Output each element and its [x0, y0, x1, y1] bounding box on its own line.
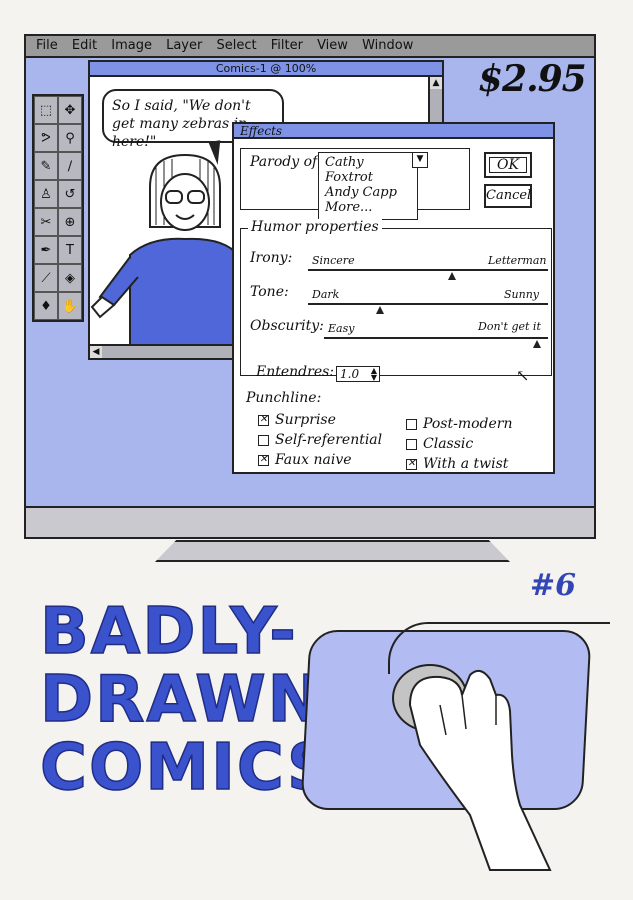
screen: File Edit Image Layer Select Filter View… — [26, 36, 594, 508]
checkbox-icon[interactable] — [406, 438, 417, 450]
pen-icon[interactable]: ✒ — [34, 236, 58, 264]
irony-max: Letterman — [488, 254, 547, 267]
checkbox-post-modern[interactable]: Post-modern — [406, 416, 512, 432]
stepper-arrows-icon[interactable]: ▲ ▼ — [371, 367, 377, 382]
menu-file[interactable]: File — [36, 36, 58, 56]
cover-title: BADLY- DRAWN COMICS — [39, 595, 336, 805]
title-line: BADLY- — [39, 595, 298, 669]
humor-label: Humor properties — [248, 219, 382, 235]
menu-view[interactable]: View — [317, 36, 348, 56]
menu-select[interactable]: Select — [216, 36, 256, 56]
menu-filter[interactable]: Filter — [271, 36, 303, 56]
type-icon[interactable]: T — [58, 236, 82, 264]
obscurity-slider[interactable] — [324, 337, 548, 339]
checkbox-classic[interactable]: Classic — [406, 436, 473, 452]
irony-label: Irony: — [250, 250, 293, 266]
magic-wand-icon[interactable]: ⚲ — [58, 124, 82, 152]
chevron-down-icon[interactable]: ▼ — [412, 152, 428, 168]
checkbox-label: Faux naive — [275, 452, 352, 468]
document-title[interactable]: Comics-1 @ 100% — [90, 62, 442, 77]
checkbox-icon[interactable]: ✕ — [258, 454, 269, 466]
tone-label: Tone: — [250, 284, 289, 300]
entendres-stepper[interactable]: 1.0 ▲ ▼ — [336, 366, 380, 382]
scroll-up-icon[interactable]: ▲ — [430, 77, 442, 89]
checkbox-label: Classic — [423, 436, 474, 452]
brush-icon[interactable]: ∕ — [58, 152, 82, 180]
punchline-label: Punchline: — [246, 390, 322, 406]
comic-cover: File Edit Image Layer Select Filter View… — [0, 0, 633, 900]
monitor-stand — [155, 540, 510, 562]
irony-min: Sincere — [312, 254, 355, 267]
checkbox-self-referential[interactable]: Self-referential — [258, 432, 382, 448]
menu-window[interactable]: Window — [362, 36, 413, 56]
checkbox-icon[interactable] — [258, 434, 269, 446]
parody-option[interactable]: Cathy — [325, 155, 411, 170]
irony-slider-thumb[interactable] — [448, 272, 456, 280]
fill-icon[interactable]: ◈ — [58, 264, 82, 292]
cancel-button[interactable]: Cancel — [484, 184, 532, 208]
title-line: COMICS — [39, 731, 336, 805]
parody-option[interactable]: Foxtrot — [325, 170, 411, 185]
menu-edit[interactable]: Edit — [72, 36, 97, 56]
parody-option[interactable]: Andy Capp — [325, 185, 411, 200]
lasso-icon[interactable]: ᕗ — [34, 124, 58, 152]
cancel-label: Cancel — [486, 188, 532, 203]
obscurity-min: Easy — [328, 322, 355, 335]
parody-list[interactable]: Cathy Foxtrot Andy Capp More... — [318, 152, 418, 220]
history-brush-icon[interactable]: ↺ — [58, 180, 82, 208]
marquee-icon[interactable]: ⬚ — [34, 96, 58, 124]
obscurity-label: Obscurity: — [250, 318, 324, 334]
move-icon[interactable]: ✥ — [58, 96, 82, 124]
line-icon[interactable]: ⟋ — [34, 264, 58, 292]
checkbox-icon[interactable] — [406, 418, 417, 430]
obscurity-max: Don't get it — [478, 320, 541, 333]
checkbox-label: Surprise — [275, 412, 336, 428]
hand-icon[interactable]: ✋ — [58, 292, 82, 320]
effects-dialog: Effects Parody of: Cathy Foxtrot Andy Ca… — [232, 122, 555, 474]
checkbox-surprise[interactable]: ✕ Surprise — [258, 412, 336, 428]
checkbox-with-a-twist[interactable]: ✕ With a twist — [406, 456, 508, 472]
scroll-left-icon[interactable]: ◀ — [90, 346, 102, 358]
entendres-value: 1.0 — [340, 367, 360, 381]
monitor: File Edit Image Layer Select Filter View… — [24, 34, 596, 539]
menu-image[interactable]: Image — [111, 36, 152, 56]
checkbox-faux-naive[interactable]: ✕ Faux naive — [258, 452, 352, 468]
tone-slider-thumb[interactable] — [376, 306, 384, 314]
checkbox-icon[interactable]: ✕ — [258, 414, 269, 426]
cursor-icon: ↖ — [516, 366, 530, 385]
tone-max: Sunny — [504, 288, 540, 301]
pencil-icon[interactable]: ✎ — [34, 152, 58, 180]
parody-label: Parody of: — [248, 154, 324, 170]
character-drawing — [90, 153, 240, 347]
ok-button[interactable]: OK — [484, 152, 532, 178]
zoom-icon[interactable]: ⊕ — [58, 208, 82, 236]
issue-number: #6 — [530, 568, 577, 603]
hand-drawing — [408, 669, 552, 871]
checkbox-icon[interactable]: ✕ — [406, 458, 417, 470]
eraser-icon[interactable]: ✂ — [34, 208, 58, 236]
parody-option[interactable]: More... — [325, 200, 411, 215]
obscurity-slider-thumb[interactable] — [532, 340, 541, 348]
tone-min: Dark — [312, 288, 340, 301]
title-line: DRAWN — [39, 663, 324, 737]
checkbox-label: Self-referential — [275, 432, 383, 448]
tone-slider[interactable] — [308, 303, 548, 305]
irony-slider[interactable] — [308, 269, 548, 271]
effects-title[interactable]: Effects — [234, 124, 553, 139]
menu-layer[interactable]: Layer — [166, 36, 202, 56]
price-label: $2.95 — [478, 58, 587, 100]
dodge-icon[interactable]: ♦ — [34, 292, 58, 320]
checkbox-label: With a twist — [423, 456, 509, 472]
checkbox-label: Post-modern — [423, 416, 513, 432]
menu-bar: File Edit Image Layer Select Filter View… — [26, 36, 594, 58]
toolbox: ⬚ ✥ ᕗ ⚲ ✎ ∕ ♙ ↺ ✂ ⊕ ✒ T ⟋ ◈ ♦ ✋ — [32, 94, 84, 322]
stamp-icon[interactable]: ♙ — [34, 180, 58, 208]
entendres-label: Entendres: — [256, 364, 335, 380]
